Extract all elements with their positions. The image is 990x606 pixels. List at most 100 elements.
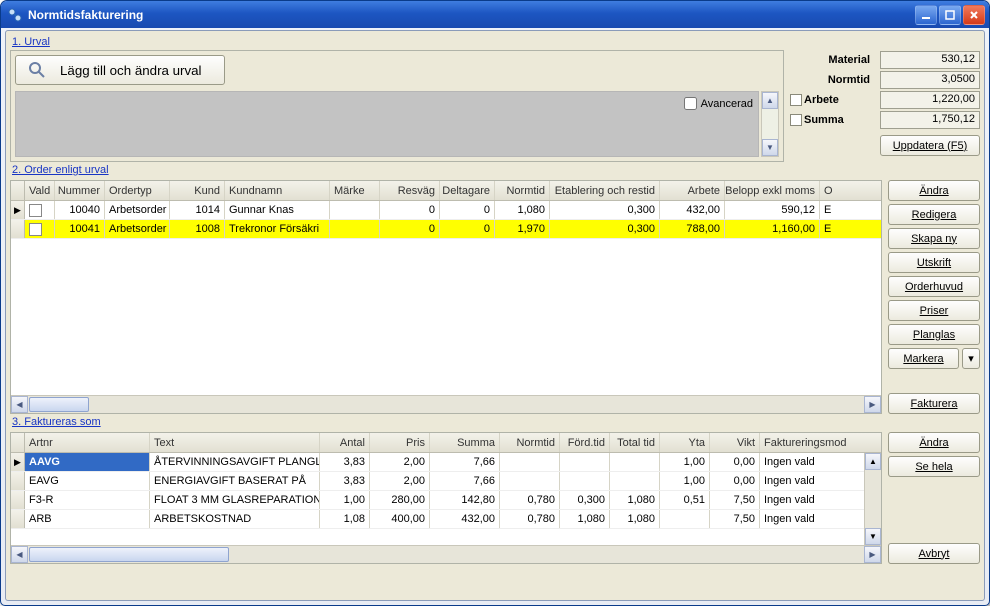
section-urval-label: 1. Urval (12, 36, 980, 48)
scroll-thumb[interactable] (29, 397, 89, 412)
scroll-down-icon[interactable]: ▼ (865, 528, 881, 545)
col-yta[interactable]: Yta (660, 433, 710, 452)
normtid-value: 3,0500 (880, 71, 980, 89)
col-vald[interactable]: Vald (25, 181, 55, 200)
content-area: 1. Urval Lägg till och ändra urval Avanc… (5, 30, 985, 601)
col-kund[interactable]: Kund (170, 181, 225, 200)
order-hscroll[interactable]: ◀ ▶ (11, 395, 881, 413)
advanced-label: Avancerad (701, 98, 753, 110)
advanced-checkbox[interactable]: Avancerad (684, 97, 753, 110)
advanced-checkbox-input[interactable] (684, 97, 697, 110)
col-marke[interactable]: Märke (330, 181, 380, 200)
summary-panel: Material 530,12 Normtid 3,0500 Arbete 1,… (790, 50, 980, 162)
arbete-value: 1,220,00 (880, 91, 980, 109)
andra-fakt-button[interactable]: Ändra (888, 432, 980, 453)
markera-dropdown[interactable]: ▾ (962, 348, 980, 369)
orderhuvud-button[interactable]: Orderhuvud (888, 276, 980, 297)
col-etabl[interactable]: Etablering och restid (550, 181, 660, 200)
fakt-vscroll[interactable]: ▲ ▼ (864, 453, 881, 545)
col-o[interactable]: O (820, 181, 836, 200)
table-row[interactable]: ARBARBETSKOSTNAD1,08400,00432,000,7801,0… (11, 510, 864, 529)
order-grid-header: Vald Nummer Ordertyp Kund Kundnamn Märke… (11, 181, 881, 201)
avbryt-button[interactable]: Avbryt (888, 543, 980, 564)
arbete-label: Arbete (804, 94, 876, 106)
col-artnr[interactable]: Artnr (25, 433, 150, 452)
priser-button[interactable]: Priser (888, 300, 980, 321)
col-resvag[interactable]: Resväg (380, 181, 440, 200)
col-kundnamn[interactable]: Kundnamn (225, 181, 330, 200)
utskrift-button[interactable]: Utskrift (888, 252, 980, 273)
close-button[interactable] (963, 5, 985, 25)
col-antal[interactable]: Antal (320, 433, 370, 452)
redigera-button[interactable]: Redigera (888, 204, 980, 225)
col-summa[interactable]: Summa (430, 433, 500, 452)
titlebar[interactable]: Normtidsfakturering (1, 1, 989, 28)
scroll-right-icon[interactable]: ▶ (864, 396, 881, 413)
scroll-right-icon[interactable]: ▶ (864, 546, 881, 563)
col-arbete[interactable]: Arbete (660, 181, 725, 200)
add-urval-button[interactable]: Lägg till och ändra urval (15, 55, 225, 85)
app-window: Normtidsfakturering 1. Urval Lägg till o… (0, 0, 990, 606)
app-icon (7, 7, 23, 23)
fakt-grid-header: Artnr Text Antal Pris Summa Normtid Förd… (11, 433, 881, 453)
scroll-left-icon[interactable]: ◀ (11, 396, 28, 413)
summa-label: Summa (804, 114, 876, 126)
urval-panel: Lägg till och ändra urval Avancerad ▲ ▼ (10, 50, 784, 162)
scroll-up-icon[interactable]: ▲ (762, 92, 778, 109)
col-ford[interactable]: Förd.tid (560, 433, 610, 452)
se-hela-button[interactable]: Se hela (888, 456, 980, 477)
urval-list (15, 91, 759, 157)
arbete-swatch (790, 94, 802, 106)
table-row[interactable]: 10041Arbetsorder1008Trekronor Försäkri00… (11, 220, 881, 239)
table-row[interactable]: F3-RFLOAT 3 MM GLASREPARATION1,00280,001… (11, 491, 864, 510)
col-pris[interactable]: Pris (370, 433, 430, 452)
maximize-button[interactable] (939, 5, 961, 25)
window-title: Normtidsfakturering (28, 8, 915, 22)
col-nummer[interactable]: Nummer (55, 181, 105, 200)
fakt-hscroll[interactable]: ◀ ▶ (11, 545, 881, 563)
update-button[interactable]: Uppdatera (F5) (880, 135, 980, 156)
col-deltagare[interactable]: Deltagare (440, 181, 495, 200)
col-text[interactable]: Text (150, 433, 320, 452)
section-fakt-label: 3. Faktureras som (12, 416, 980, 428)
row-indicator (11, 510, 25, 528)
col-mode[interactable]: Faktureringsmod (760, 433, 850, 452)
col-ordertyp[interactable]: Ordertyp (105, 181, 170, 200)
order-grid: Vald Nummer Ordertyp Kund Kundnamn Märke… (10, 180, 882, 414)
fakturera-button[interactable]: Fakturera (888, 393, 980, 414)
row-indicator: ▶ (11, 201, 25, 219)
minimize-button[interactable] (915, 5, 937, 25)
summa-swatch (790, 114, 802, 126)
markera-button[interactable]: Markera (888, 348, 959, 369)
scroll-down-icon[interactable]: ▼ (762, 139, 778, 156)
normtid-label: Normtid (790, 74, 876, 86)
order-side-buttons: Ändra Redigera Skapa ny Utskrift Orderhu… (888, 180, 980, 414)
row-indicator (11, 220, 25, 238)
search-icon (28, 61, 46, 79)
col-total[interactable]: Total tid (610, 433, 660, 452)
row-indicator (11, 472, 25, 490)
urval-scrollbar[interactable]: ▲ ▼ (761, 91, 779, 157)
row-checkbox[interactable] (29, 223, 42, 236)
scroll-thumb[interactable] (29, 547, 229, 562)
row-indicator: ▶ (11, 453, 25, 471)
scroll-left-icon[interactable]: ◀ (11, 546, 28, 563)
planglas-button[interactable]: Planglas (888, 324, 980, 345)
col-normtid[interactable]: Normtid (495, 181, 550, 200)
fakt-side-buttons: Ändra Se hela Avbryt (888, 432, 980, 564)
material-label: Material (790, 54, 876, 66)
row-checkbox[interactable] (29, 204, 42, 217)
add-urval-label: Lägg till och ändra urval (60, 63, 202, 78)
andra-button[interactable]: Ändra (888, 180, 980, 201)
row-indicator (11, 491, 25, 509)
table-row[interactable]: ▶10040Arbetsorder1014Gunnar Knas001,0800… (11, 201, 881, 220)
col-belopp[interactable]: Belopp exkl moms (725, 181, 820, 200)
scroll-up-icon[interactable]: ▲ (865, 453, 881, 470)
fakt-grid: Artnr Text Antal Pris Summa Normtid Förd… (10, 432, 882, 564)
chevron-down-icon: ▾ (968, 352, 974, 365)
table-row[interactable]: ▶AAVGÅTERVINNINGSAVGIFT PLANGLAS3,832,00… (11, 453, 864, 472)
col-vikt[interactable]: Vikt (710, 433, 760, 452)
skapa-ny-button[interactable]: Skapa ny (888, 228, 980, 249)
table-row[interactable]: EAVGENERGIAVGIFT BASERAT PÅ3,832,007,661… (11, 472, 864, 491)
col-fnormtid[interactable]: Normtid (500, 433, 560, 452)
